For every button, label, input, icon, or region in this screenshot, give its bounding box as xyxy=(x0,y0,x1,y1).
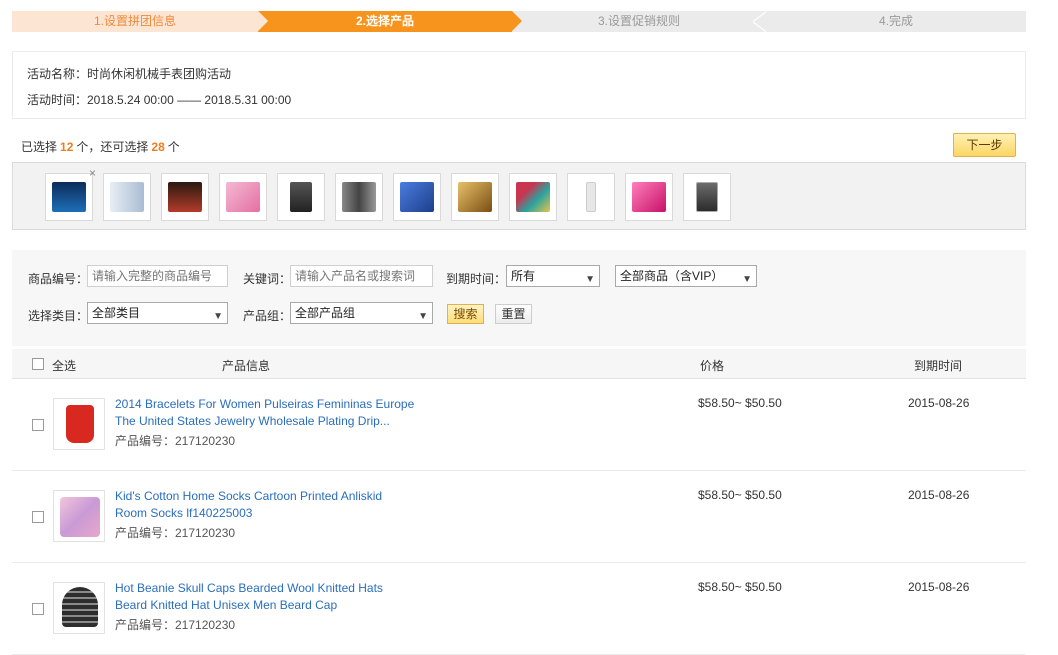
table-header: 全选 产品信息 价格 到期时间 xyxy=(12,349,1026,379)
chevron-down-icon: ▼ xyxy=(213,311,223,322)
reset-button[interactable]: 重置 xyxy=(495,304,532,324)
product-scope-select[interactable]: 全部商品（含VIP） ▼ xyxy=(615,265,757,287)
remaining-count: 28 xyxy=(151,140,165,154)
selected-thumb[interactable] xyxy=(277,173,325,221)
phone-case-image xyxy=(632,182,666,212)
battery-image xyxy=(400,182,434,212)
activity-time: 活动时间：2018.5.24 00:00 —— 2018.5.31 00:00 xyxy=(27,93,292,107)
product-group-value: 全部产品组 xyxy=(295,306,356,320)
usb-drive-image xyxy=(458,182,492,212)
selected-thumb[interactable] xyxy=(625,173,673,221)
selected-thumb[interactable]: × xyxy=(45,167,96,221)
step-set-promo-rules: 3.设置促销规则 xyxy=(512,11,767,32)
tablet-case-image xyxy=(226,182,260,212)
step-complete: 4.完成 xyxy=(766,11,1026,32)
product-code-input[interactable] xyxy=(87,265,228,287)
cup-shape xyxy=(66,405,94,443)
expire-time-select[interactable]: 所有 ▼ xyxy=(506,265,600,287)
selected-thumb[interactable] xyxy=(509,173,557,221)
row-checkbox[interactable] xyxy=(32,511,44,523)
product-title-link[interactable]: Hot Beanie Skull Caps Bearded Wool Knitt… xyxy=(115,580,415,614)
column-expire-time: 到期时间 xyxy=(914,359,963,373)
selected-prefix: 已选择 xyxy=(21,140,58,154)
phone-image xyxy=(110,182,144,212)
product-group-label: 产品组： xyxy=(243,309,292,323)
category-label: 选择类目： xyxy=(28,309,89,323)
product-price: $58.50~ $50.50 xyxy=(698,396,782,410)
selected-thumb[interactable] xyxy=(161,173,209,221)
product-image xyxy=(53,582,105,634)
select-all-checkbox[interactable] xyxy=(32,358,44,370)
next-step-button[interactable]: 下一步 xyxy=(953,133,1016,157)
product-image xyxy=(53,398,105,450)
table-row: Kid's Cotton Home Socks Cartoon Printed … xyxy=(12,471,1026,563)
selected-count: 12 xyxy=(60,140,74,154)
product-title-link[interactable]: 2014 Bracelets For Women Pulseiras Femin… xyxy=(115,396,415,430)
product-code: 产品编号：217120230 xyxy=(115,526,236,540)
selected-thumb[interactable] xyxy=(335,173,383,221)
row-checkbox[interactable] xyxy=(32,603,44,615)
activity-info-panel: 活动名称：时尚休闲机械手表团购活动 活动时间：2018.5.24 00:00 —… xyxy=(12,51,1026,119)
product-price: $58.50~ $50.50 xyxy=(698,580,782,594)
selected-thumb[interactable] xyxy=(683,173,731,221)
chevron-down-icon: ▼ xyxy=(418,311,428,322)
product-scope-value: 全部商品（含VIP） xyxy=(620,269,724,283)
table-row: 2014 Bracelets For Women Pulseiras Femin… xyxy=(12,379,1026,471)
select-all-label[interactable]: 全选 xyxy=(52,357,76,374)
product-code: 产品编号：217120230 xyxy=(115,618,236,632)
selection-summary: 已选择 12 个，还可选择 28 个 xyxy=(21,138,180,155)
step-set-group-info: 1.设置拼团信息 xyxy=(12,11,268,32)
selected-thumb[interactable] xyxy=(393,173,441,221)
table-row: Hot Beanie Skull Caps Bearded Wool Knitt… xyxy=(12,563,1026,655)
product-image xyxy=(53,490,105,542)
column-price: 价格 xyxy=(700,359,725,373)
selected-middle: 个，还可选择 xyxy=(76,140,149,154)
product-expire-date: 2015-08-26 xyxy=(908,488,970,502)
cables-image xyxy=(516,182,550,212)
selected-thumb[interactable] xyxy=(567,173,615,221)
category-select[interactable]: 全部类目 ▼ xyxy=(87,302,228,324)
activity-name: 活动名称：时尚休闲机械手表团购活动 xyxy=(27,67,232,81)
selected-products-strip: × xyxy=(12,162,1026,230)
filter-panel: 商品编号： 关键词： 到期时间： 所有 ▼ 全部商品（含VIP） ▼ 选择类目：… xyxy=(12,250,1026,346)
keyword-input[interactable] xyxy=(290,265,433,287)
phone-image xyxy=(342,182,376,212)
chevron-down-icon: ▼ xyxy=(742,274,752,285)
product-expire-date: 2015-08-26 xyxy=(908,580,970,594)
column-product-info: 产品信息 xyxy=(222,359,271,373)
tablet-image xyxy=(52,182,86,212)
keyword-label: 关键词： xyxy=(243,272,292,286)
search-button[interactable]: 搜索 xyxy=(447,304,484,324)
selected-thumb[interactable] xyxy=(451,173,499,221)
expire-time-label: 到期时间： xyxy=(446,272,507,286)
phone-image xyxy=(290,182,312,212)
progress-steps: 1.设置拼团信息 2.选择产品 3.设置促销规则 4.完成 xyxy=(12,11,1026,32)
product-code-label: 商品编号： xyxy=(28,272,89,286)
selected-suffix: 个 xyxy=(167,140,180,154)
category-value: 全部类目 xyxy=(92,306,141,320)
selected-thumb[interactable] xyxy=(103,173,151,221)
selected-thumb[interactable] xyxy=(219,173,267,221)
product-code: 产品编号：217120230 xyxy=(115,434,236,448)
row-checkbox[interactable] xyxy=(32,419,44,431)
phone-screen-image xyxy=(696,182,718,212)
product-expire-date: 2015-08-26 xyxy=(908,396,970,410)
chevron-down-icon: ▼ xyxy=(585,274,595,285)
product-group-select[interactable]: 全部产品组 ▼ xyxy=(290,302,433,324)
product-title-link[interactable]: Kid's Cotton Home Socks Cartoon Printed … xyxy=(115,488,415,522)
remove-icon[interactable]: × xyxy=(89,167,96,179)
cable-image xyxy=(586,182,596,212)
tablet-image xyxy=(168,182,202,212)
product-price: $58.50~ $50.50 xyxy=(698,488,782,502)
beanie-shape xyxy=(62,587,98,627)
expire-time-value: 所有 xyxy=(511,269,536,283)
step-select-products: 2.选择产品 xyxy=(258,11,522,32)
socks-shape xyxy=(60,497,100,537)
